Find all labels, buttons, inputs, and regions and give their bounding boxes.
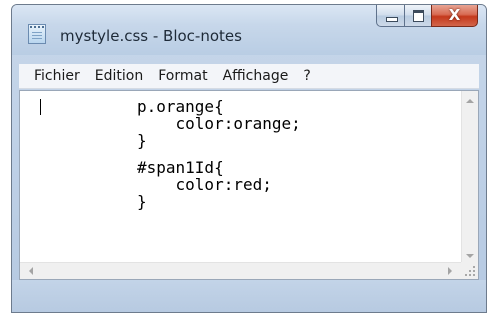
code-line: color:orange; xyxy=(137,114,301,133)
maximize-button[interactable] xyxy=(404,5,431,27)
horizontal-scrollbar[interactable] xyxy=(20,262,461,279)
window-bottom-frame xyxy=(12,280,486,312)
code-line: p.orange{ xyxy=(137,97,224,116)
notepad-window: mystyle.css - Bloc-notes X Fichier Editi… xyxy=(11,4,487,313)
editor-content[interactable]: p.orange{ color:orange; } #span1Id{ colo… xyxy=(137,98,301,210)
caption-buttons: X xyxy=(376,5,478,27)
menu-edition[interactable]: Edition xyxy=(95,68,143,84)
code-line: color:red; xyxy=(137,175,272,194)
text-editor[interactable]: p.orange{ color:orange; } #span1Id{ colo… xyxy=(19,90,479,280)
maximize-icon xyxy=(413,10,424,22)
title-bar[interactable]: mystyle.css - Bloc-notes X xyxy=(12,5,486,55)
minimize-button[interactable] xyxy=(376,5,404,27)
menu-help[interactable]: ? xyxy=(303,68,310,84)
code-line: } xyxy=(137,192,147,211)
close-icon: X xyxy=(448,6,461,24)
scroll-down-icon[interactable] xyxy=(466,254,474,258)
vertical-scrollbar[interactable] xyxy=(461,91,478,264)
window-title: mystyle.css - Bloc-notes xyxy=(60,27,242,45)
notepad-app-icon[interactable] xyxy=(28,24,46,44)
menu-affichage[interactable]: Affichage xyxy=(223,68,289,84)
code-line: #span1Id{ xyxy=(137,158,224,177)
menu-fichier[interactable]: Fichier xyxy=(34,68,80,84)
close-button[interactable]: X xyxy=(431,5,478,27)
scroll-up-icon[interactable] xyxy=(466,99,474,103)
menu-bar: Fichier Edition Format Affichage ? xyxy=(19,64,479,89)
minimize-icon xyxy=(386,17,398,22)
scroll-right-icon[interactable] xyxy=(448,267,452,275)
code-line: } xyxy=(137,131,147,150)
menu-format[interactable]: Format xyxy=(158,68,207,84)
scroll-left-icon[interactable] xyxy=(29,267,33,275)
text-caret xyxy=(40,99,41,115)
resize-grip-icon[interactable] xyxy=(461,262,478,279)
